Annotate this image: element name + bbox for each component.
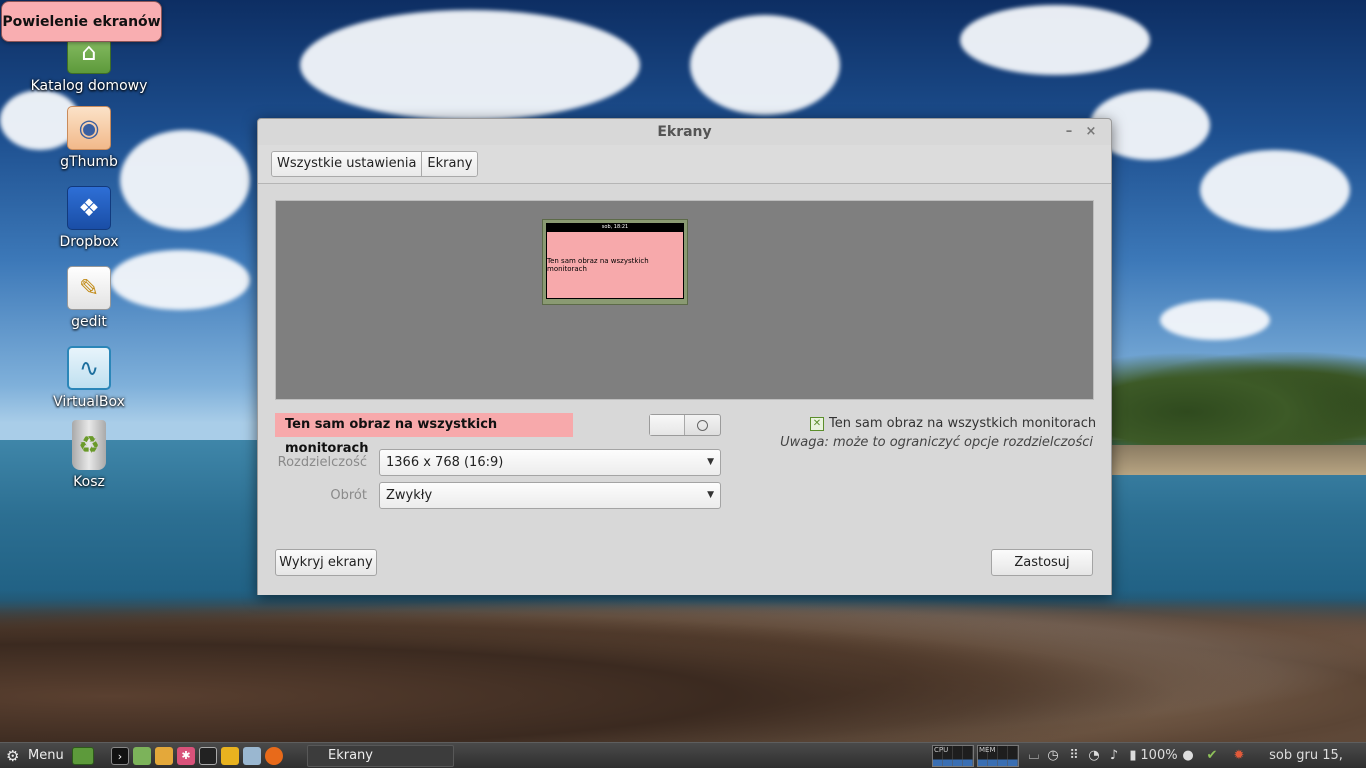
apply-button[interactable]: Zastosuj [991, 549, 1093, 576]
detect-displays-button[interactable]: Wykryj ekrany [275, 549, 377, 576]
window-content: sob, 18:21 Ten sam obraz na wszystkich m… [258, 184, 1111, 595]
close-button[interactable]: × [1081, 119, 1101, 145]
workspace-grid-icon[interactable]: ⠿ [1066, 743, 1082, 768]
mirror-displays-checkbox[interactable]: ✕ [810, 416, 824, 431]
breadcrumb: Wszystkie ustawienia Ekrany [271, 151, 479, 177]
window-toolbar: Wszystkie ustawienia Ekrany [258, 145, 1111, 184]
taskbar-item-label: Ekrany [328, 748, 373, 763]
monitor-preview-clock: sob, 18:21 [546, 223, 684, 232]
resolution-label: Rozdzielczość [277, 455, 367, 470]
monitor-arrangement-area: sob, 18:21 Ten sam obraz na wszystkich m… [275, 200, 1094, 400]
cloud [960, 5, 1150, 75]
files-icon[interactable] [155, 747, 173, 765]
resolution-value: 1366 x 768 (16:9) [386, 455, 504, 470]
gedit-notepad-icon: ✎ [67, 266, 111, 310]
desktop-icon-label: Dropbox [59, 234, 119, 250]
window-titlebar[interactable]: Ekrany – × [258, 119, 1111, 145]
bottom-panel: ⚙ Menu › ✱ Ekrany CPU MEM ⌴ ◷ ⠿ ◔ ♪ ▮ 10… [0, 742, 1366, 768]
dropbox-icon: ❖ [67, 186, 111, 230]
file-manager-icon[interactable] [133, 747, 151, 765]
terminal-icon[interactable]: › [111, 747, 129, 765]
mirror-displays-checkbox-row[interactable]: ✕ Ten sam obraz na wszystkich monitorach [810, 416, 1096, 431]
window-title: Ekrany [657, 124, 712, 140]
desktop-icon-dropbox[interactable]: ❖ Dropbox [29, 186, 149, 250]
desktop-icon-label: gedit [71, 314, 107, 330]
cloud [1200, 150, 1350, 230]
volume-icon[interactable]: ♪ [1106, 743, 1122, 768]
rotation-value: Zwykły [386, 488, 433, 503]
desktop-icon-label: VirtualBox [53, 394, 125, 410]
monitor-preview[interactable]: sob, 18:21 Ten sam obraz na wszystkich m… [542, 219, 688, 305]
desktop-icon-virtualbox[interactable]: ∿ VirtualBox [29, 346, 149, 410]
switch-handle [650, 415, 686, 435]
chat-icon[interactable]: ● [1180, 743, 1196, 768]
trees [1110, 352, 1366, 452]
rocks [0, 590, 1366, 742]
displays-window: Ekrany – × Wszystkie ustawienia Ekrany s… [257, 118, 1112, 595]
desktop-icon-trash[interactable]: ♻ Kosz [29, 420, 149, 490]
desktop-icon-label: Kosz [73, 474, 105, 490]
desktop-icon-label: Katalog domowy [30, 78, 148, 94]
switch-off-side [685, 415, 720, 435]
breadcrumb-all-settings[interactable]: Wszystkie ustawienia [272, 152, 422, 176]
console-icon[interactable] [199, 747, 217, 765]
cloud [690, 15, 840, 115]
taskbar-item-displays[interactable]: Ekrany [307, 745, 454, 767]
panel-clock[interactable]: sob gru 15, 18:22 [1250, 743, 1362, 768]
shield-icon[interactable]: ✔ [1203, 743, 1221, 768]
monitor-preview-label: Ten sam obraz na wszystkich monitorach [546, 232, 684, 299]
firefox-icon[interactable] [265, 747, 283, 765]
battery-icon[interactable]: ▮ [1126, 743, 1140, 768]
menu-gear-icon[interactable]: ⚙ [6, 743, 19, 768]
cpu-label: CPU [934, 746, 949, 754]
rotation-label: Obrót [330, 488, 367, 503]
desktop-icon-gedit[interactable]: ✎ gedit [29, 266, 149, 330]
resolution-warning-note: Uwaga: może to ograniczyć opcje rozdziel… [780, 435, 1093, 450]
updates-icon[interactable]: ✹ [1231, 743, 1247, 768]
mem-graph: MEM [977, 745, 1019, 767]
mirror-notification: Powielenie ekranów [1, 1, 162, 42]
desktop-icon-gthumb[interactable]: ◉ gThumb [29, 106, 149, 170]
graphics-app-icon[interactable]: ✱ [177, 747, 195, 765]
resolution-combobox[interactable]: 1366 x 768 (16:9) ▼ [379, 449, 721, 476]
desktop-icon-label: gThumb [60, 154, 118, 170]
gthumb-eye-icon: ◉ [67, 106, 111, 150]
off-ring-icon [697, 419, 708, 431]
cloud [300, 10, 640, 120]
mirror-displays-label: Ten sam obraz na wszystkich monitorach [275, 413, 573, 456]
battery-percent: 100% [1140, 748, 1178, 763]
shore [1110, 445, 1366, 475]
mem-label: MEM [979, 746, 996, 754]
notes-icon[interactable] [221, 747, 239, 765]
cpu-graph: CPU [932, 745, 974, 767]
show-desktop-icon[interactable] [72, 747, 94, 765]
wifi-icon[interactable]: ◔ [1086, 743, 1102, 768]
chevron-down-icon: ▼ [707, 490, 714, 500]
minimize-button[interactable]: – [1059, 119, 1079, 145]
trash-icon: ♻ [72, 420, 106, 470]
rotation-combobox[interactable]: Zwykły ▼ [379, 482, 721, 509]
clock-applet-icon[interactable]: ◷ [1045, 743, 1061, 768]
cloud [1160, 300, 1270, 340]
screenshot-icon[interactable] [243, 747, 261, 765]
breadcrumb-displays[interactable]: Ekrany [421, 152, 478, 176]
monitor-on-off-switch[interactable] [649, 414, 721, 436]
menu-button[interactable]: Menu [28, 743, 64, 768]
virtualbox-icon: ∿ [67, 346, 111, 390]
mirror-displays-checkbox-label: Ten sam obraz na wszystkich monitorach [829, 416, 1097, 431]
keyboard-icon[interactable]: ⌴ [1026, 743, 1042, 768]
chevron-down-icon: ▼ [707, 457, 714, 467]
